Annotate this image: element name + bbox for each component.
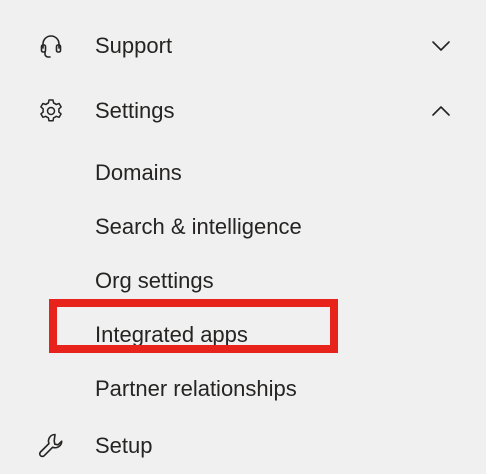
nav-item-support-label: Support <box>95 33 173 58</box>
sub-item-partner-relationships[interactable]: Partner relationships <box>0 364 486 414</box>
sub-item-label: Search & intelligence <box>95 214 302 239</box>
sub-item-label: Domains <box>95 160 182 185</box>
sub-item-label: Org settings <box>95 268 214 293</box>
headset-icon <box>36 31 66 61</box>
sub-item-label: Partner relationships <box>95 376 297 401</box>
nav-item-setup[interactable]: Setup <box>0 418 486 474</box>
nav-item-settings-label: Settings <box>95 98 175 123</box>
gear-icon <box>36 96 66 126</box>
nav-item-support[interactable]: Support <box>0 18 486 74</box>
sub-item-org-settings[interactable]: Org settings <box>0 256 486 306</box>
chevron-up-icon[interactable] <box>428 98 454 124</box>
sub-item-integrated-apps[interactable]: Integrated apps <box>0 310 486 360</box>
sub-item-label: Integrated apps <box>95 322 248 347</box>
chevron-down-icon[interactable] <box>428 33 454 59</box>
admin-nav-menu: Support Settings Domains Search & intell… <box>0 0 486 473</box>
sub-item-domains[interactable]: Domains <box>0 148 486 198</box>
sub-item-search-intelligence[interactable]: Search & intelligence <box>0 202 486 252</box>
nav-item-setup-label: Setup <box>95 433 153 458</box>
nav-item-settings[interactable]: Settings <box>0 83 486 139</box>
wrench-icon <box>36 431 66 461</box>
